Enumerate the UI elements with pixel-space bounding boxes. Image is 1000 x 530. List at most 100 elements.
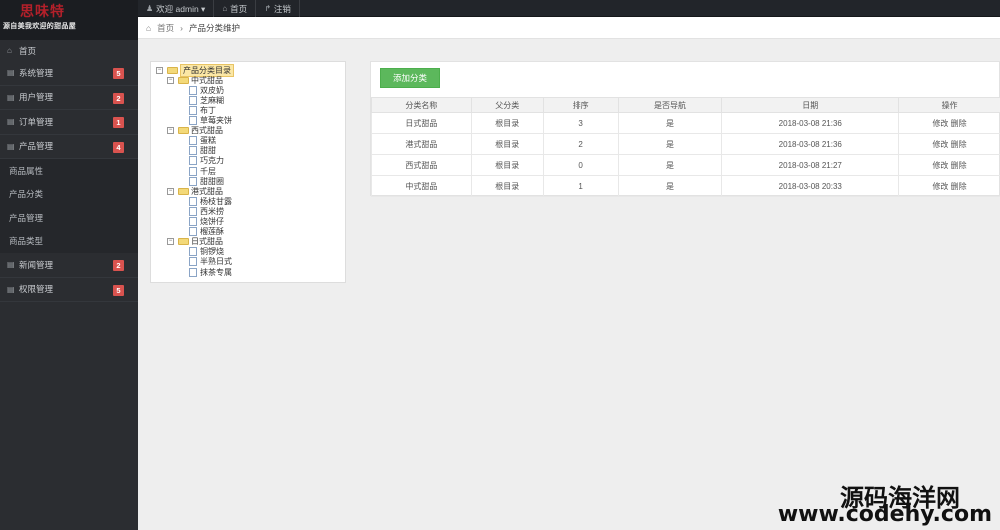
sidebar-subitem[interactable]: 商品类型 [0, 229, 138, 253]
logout-icon: ↱ [264, 4, 271, 13]
menu-list-icon: ▤ [7, 92, 15, 102]
tree-root[interactable]: − 产品分类目录 [156, 63, 234, 77]
tree-leaf[interactable]: 草莓夹饼 [189, 116, 232, 126]
sidebar-badge: 1 [113, 117, 124, 128]
document-icon [189, 156, 197, 166]
tree-leaf[interactable]: 西米捞 [189, 206, 224, 216]
menu-list-icon: ▤ [7, 260, 15, 270]
sidebar-item[interactable]: ▤ 新闻管理 2 [0, 253, 138, 278]
top-link-label: 注销 [273, 3, 291, 14]
top-link-0[interactable]: ♟ 欢迎 admin ▾ [138, 0, 215, 17]
delete-link[interactable]: 删除 [951, 182, 967, 191]
sidebar-item-home[interactable]: ⌂ 首页 [0, 40, 138, 61]
edit-link[interactable]: 修改 [932, 140, 948, 149]
tree-leaf[interactable]: 蛋糕 [189, 136, 216, 146]
column-header: 是否导航 [617, 97, 723, 113]
collapse-icon[interactable]: − [167, 238, 174, 246]
home-icon: ⌂ [222, 4, 228, 13]
column-header: 父分类 [470, 97, 544, 113]
breadcrumb-current: 产品分类维护 [189, 22, 241, 33]
collapse-icon[interactable]: − [167, 76, 174, 84]
sidebar-subitem[interactable]: 产品管理 [0, 206, 138, 230]
column-header: 操作 [898, 97, 1000, 113]
breadcrumb-separator: › [180, 22, 183, 33]
delete-link[interactable]: 删除 [951, 119, 967, 128]
tree-leaf[interactable]: 双皮奶 [189, 85, 224, 95]
top-link-2[interactable]: ↱ 注销 [256, 0, 300, 17]
tree-leaf[interactable]: 巧克力 [189, 156, 224, 166]
delete-link[interactable]: 删除 [951, 140, 967, 149]
document-icon [189, 206, 197, 216]
sidebar-item[interactable]: ▤ 权限管理 5 [0, 278, 138, 302]
edit-link[interactable]: 修改 [932, 161, 948, 170]
sidebar-badge: 5 [113, 284, 124, 296]
tree-leaf[interactable]: 半熟日式 [189, 257, 232, 267]
tree-leaf[interactable]: 千层 [189, 166, 216, 176]
table-cell: 根目录 [470, 133, 544, 155]
sidebar-item[interactable]: ▤ 用户管理 2 [0, 86, 138, 110]
sidebar-item[interactable]: ▤ 系统管理 5 [0, 61, 138, 86]
document-icon [189, 85, 197, 95]
sidebar-item[interactable]: ▤ 产品管理 4 [0, 135, 138, 159]
table-cell: 是 [617, 133, 723, 155]
table-cell: 根目录 [470, 175, 544, 197]
table-row: 中式甜品 根目录 1 是 2018-03-08 20:33 修改 删除 [371, 175, 1000, 197]
folder-icon [167, 66, 178, 74]
tree-leaf[interactable]: 甜甜 [189, 146, 216, 156]
document-icon [189, 146, 197, 156]
document-icon [189, 116, 197, 125]
tree-group[interactable]: − 港式甜品 [167, 186, 223, 196]
top-link-label: 欢迎 admin ▾ [156, 3, 206, 14]
tree-leaf[interactable]: 烧饼仔 [189, 217, 224, 227]
table-cell: 港式甜品 [371, 133, 472, 155]
table-cell-actions: 修改 删除 [898, 133, 1000, 155]
table-cell: 根目录 [470, 112, 544, 134]
add-category-button[interactable]: 添加分类 [380, 68, 440, 88]
table-cell-actions: 修改 删除 [898, 175, 1000, 197]
sidebar-subitem[interactable]: 商品属性 [0, 159, 138, 183]
tree-group[interactable]: − 日式甜品 [167, 237, 223, 247]
logo-subtitle: 源自美我欢迎的甜品屋 [3, 23, 76, 30]
tree-leaf[interactable]: 甜甜圈 [189, 176, 224, 186]
home-icon: ⌂ [7, 46, 12, 55]
main-area: ⌂ 首页 › 产品分类维护 − 产品分类目录 − 中式甜品 双皮奶 芝麻糊 布丁 草莓夹饼 − 西… [138, 17, 1000, 530]
sidebar-subitem[interactable]: 产品分类 [0, 182, 138, 206]
document-icon [189, 105, 197, 115]
sidebar-item-label: 用户管理 [19, 92, 54, 103]
tree-leaf[interactable]: 芝麻糊 [189, 95, 224, 105]
watermark-url: www.codehy.com [777, 502, 992, 527]
tree-leaf[interactable]: 铜锣烧 [189, 247, 224, 257]
table-cell: 是 [617, 154, 723, 176]
table-cell: 2018-03-08 21:27 [721, 154, 900, 176]
document-icon [189, 267, 197, 277]
edit-link[interactable]: 修改 [932, 182, 948, 191]
edit-link[interactable]: 修改 [932, 119, 948, 128]
tree-leaf[interactable]: 布丁 [189, 105, 216, 115]
document-icon [189, 176, 197, 186]
category-table: 分类名称 父分类 排序 是否导航 日期 操作 日式甜品 根目录 3 是 2018-03-08 21… [371, 97, 1000, 197]
delete-link[interactable]: 删除 [951, 161, 967, 170]
top-link-1[interactable]: ⌂ 首页 [214, 0, 257, 17]
table-row: 日式甜品 根目录 3 是 2018-03-08 21:36 修改 删除 [371, 112, 1000, 134]
breadcrumb: ⌂ 首页 › 产品分类维护 [138, 17, 1000, 39]
tree-group[interactable]: − 中式甜品 [167, 75, 223, 85]
sidebar: ⌂ 首页 ▤ 系统管理 5 ▤ 用户管理 2 ▤ 订单管理 1 ▤ 产品管理 4 商品属性 产品分类 产品… [0, 40, 138, 530]
sidebar-item[interactable]: ▤ 订单管理 1 [0, 110, 138, 135]
menu-list-icon: ▤ [7, 68, 15, 78]
collapse-icon[interactable]: − [167, 127, 174, 135]
sidebar-item-label: 产品管理 [19, 141, 54, 152]
tree-group[interactable]: − 西式甜品 [167, 126, 223, 136]
document-icon [189, 257, 197, 267]
collapse-icon[interactable]: − [156, 66, 163, 74]
table-cell-actions: 修改 删除 [898, 154, 1000, 176]
table-cell: 2018-03-08 21:36 [721, 112, 900, 134]
tree-leaf[interactable]: 抹茶专属 [189, 267, 232, 277]
tree-leaf[interactable]: 杨枝甘露 [189, 196, 232, 206]
sidebar-item-label: 首页 [19, 45, 37, 56]
home-icon: ⌂ [146, 22, 152, 33]
column-header: 分类名称 [371, 97, 472, 113]
collapse-icon[interactable]: − [167, 187, 174, 195]
breadcrumb-home-link[interactable]: 首页 [157, 22, 174, 34]
tree-leaf[interactable]: 榴莲酥 [189, 227, 224, 237]
category-table-panel: 添加分类 分类名称 父分类 排序 是否导航 日期 操作 日式甜品 根目录 3 是 2018-03-… [370, 61, 1000, 197]
